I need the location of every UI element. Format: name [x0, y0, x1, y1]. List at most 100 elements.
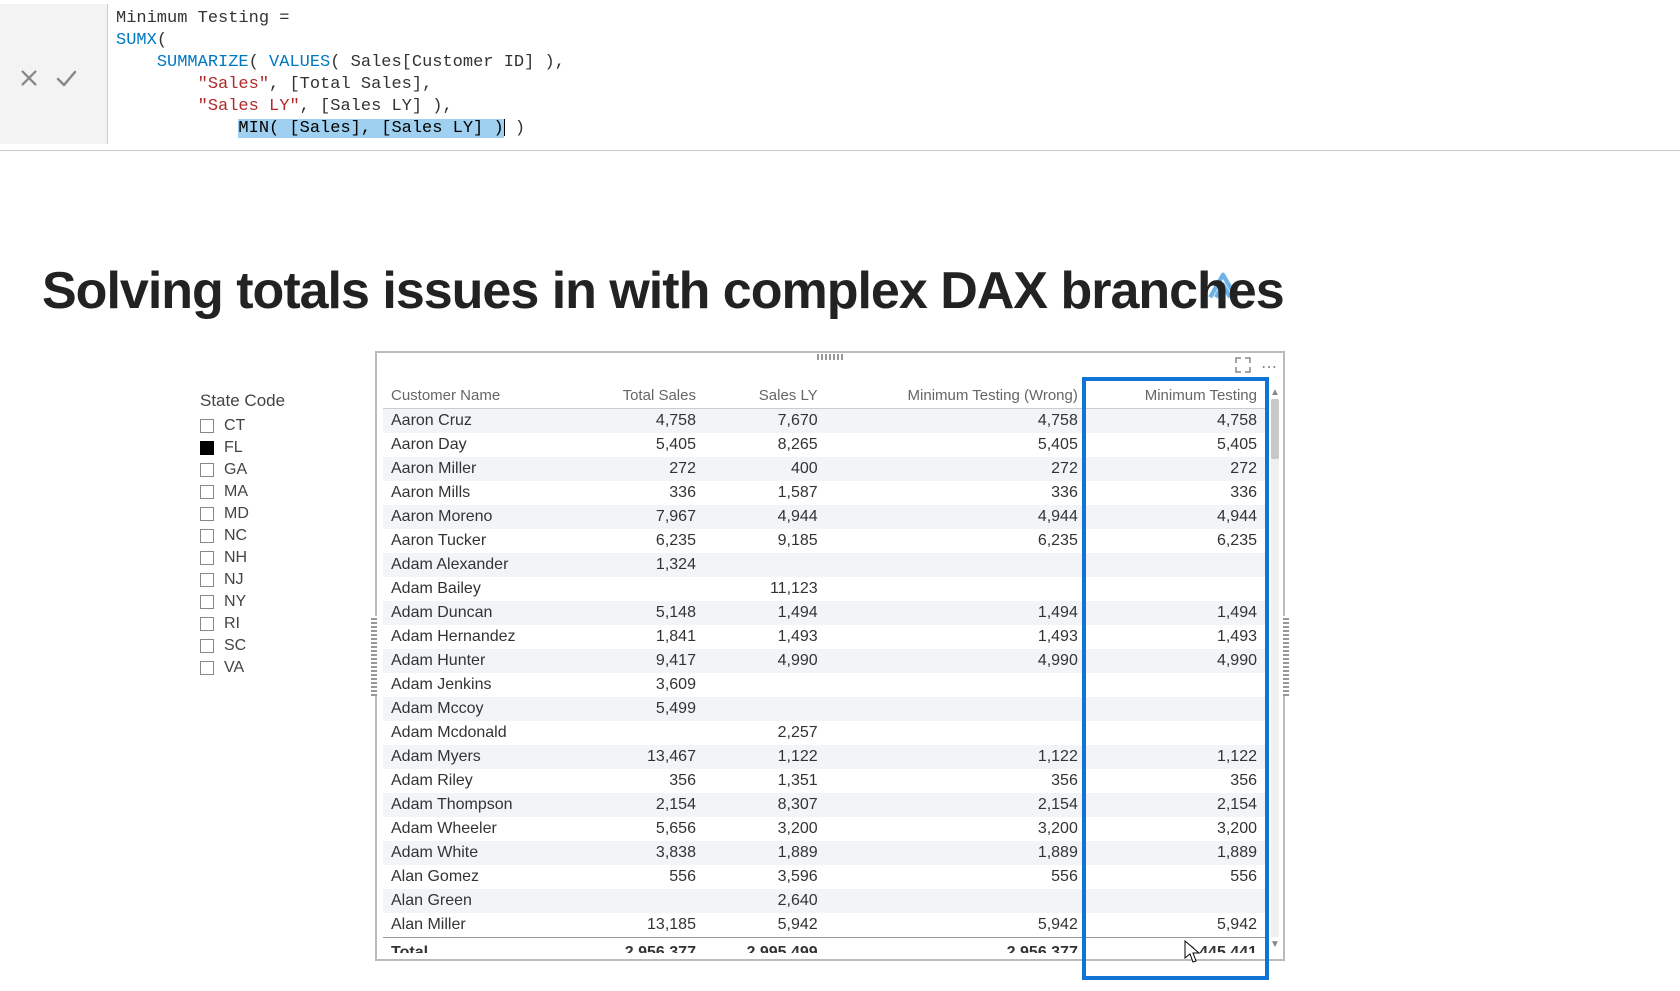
table-row[interactable]: Adam Hunter9,4174,9904,9904,990: [383, 649, 1265, 673]
table-row[interactable]: Alan Green2,640: [383, 889, 1265, 913]
table-row[interactable]: Adam Duncan5,1481,4941,4941,494: [383, 601, 1265, 625]
slicer-item[interactable]: FL: [200, 437, 340, 459]
mouse-cursor: [1184, 940, 1202, 964]
cell: Adam Hernandez: [383, 625, 579, 649]
table-row[interactable]: Alan Gomez5563,596556556: [383, 865, 1265, 889]
table-row[interactable]: Adam Wheeler5,6563,2003,2003,200: [383, 817, 1265, 841]
cell: 5,942: [1086, 913, 1265, 938]
commit-icon[interactable]: [54, 66, 78, 90]
cancel-icon[interactable]: [18, 67, 40, 89]
col-sales-ly[interactable]: Sales LY: [704, 383, 826, 409]
checkbox-icon[interactable]: [200, 529, 214, 543]
checkbox-icon[interactable]: [200, 485, 214, 499]
cell: [704, 673, 826, 697]
table-row[interactable]: Aaron Moreno7,9674,9444,9444,944: [383, 505, 1265, 529]
checkbox-icon[interactable]: [200, 595, 214, 609]
slicer-item[interactable]: CT: [200, 415, 340, 437]
table-row[interactable]: Alan Miller13,1855,9425,9425,942: [383, 913, 1265, 938]
checkbox-icon[interactable]: [200, 441, 214, 455]
cell: 8,265: [704, 433, 826, 457]
table-row[interactable]: Adam Mccoy5,499: [383, 697, 1265, 721]
table-row[interactable]: Adam Bailey11,123: [383, 577, 1265, 601]
col-customer-name[interactable]: Customer Name: [383, 383, 579, 409]
table-row[interactable]: Adam Riley3561,351356356: [383, 769, 1265, 793]
cell: Aaron Tucker: [383, 529, 579, 553]
checkbox-icon[interactable]: [200, 639, 214, 653]
cell: [826, 577, 1086, 601]
cell: [1086, 889, 1265, 913]
f-values: VALUES: [269, 53, 330, 72]
checkbox-icon[interactable]: [200, 507, 214, 521]
data-table: Customer Name Total Sales Sales LY Minim…: [383, 383, 1265, 953]
cell: 3,200: [1086, 817, 1265, 841]
cell: [1086, 577, 1265, 601]
cell: 1,122: [1086, 745, 1265, 769]
cell: [826, 553, 1086, 577]
scroll-thumb[interactable]: [1271, 399, 1279, 459]
cell: 356: [826, 769, 1086, 793]
grip-icon[interactable]: [817, 354, 843, 360]
table-row[interactable]: Aaron Mills3361,587336336: [383, 481, 1265, 505]
scroll-up-icon[interactable]: ▲: [1269, 385, 1281, 399]
table-row[interactable]: Adam Jenkins3,609: [383, 673, 1265, 697]
table-row[interactable]: Adam Myers13,4671,1221,1221,122: [383, 745, 1265, 769]
f-summarize: SUMMARIZE: [157, 53, 249, 72]
slicer-item[interactable]: VA: [200, 657, 340, 679]
cell: [1086, 697, 1265, 721]
cell: 1,494: [826, 601, 1086, 625]
slicer-item[interactable]: MD: [200, 503, 340, 525]
col-min-testing-wrong[interactable]: Minimum Testing (Wrong): [826, 383, 1086, 409]
table-row[interactable]: Aaron Day5,4058,2655,4055,405: [383, 433, 1265, 457]
slicer-item[interactable]: GA: [200, 459, 340, 481]
table-row[interactable]: Adam White3,8381,8891,8891,889: [383, 841, 1265, 865]
formula-bar: Minimum Testing = SUMX( SUMMARIZE( VALUE…: [0, 0, 1680, 151]
cell: 1,122: [704, 745, 826, 769]
more-options-icon[interactable]: ⋯: [1261, 357, 1277, 378]
table-visual[interactable]: ⋯ Customer Name Total Sales Sales LY Min…: [375, 351, 1285, 961]
slicer-item[interactable]: RI: [200, 613, 340, 635]
vertical-scrollbar[interactable]: ▲ ▼: [1269, 385, 1281, 951]
scroll-down-icon[interactable]: ▼: [1269, 937, 1281, 951]
scroll-track[interactable]: [1271, 399, 1279, 937]
table-row[interactable]: Aaron Cruz4,7587,6704,7584,758: [383, 409, 1265, 434]
cell: 6,235: [1086, 529, 1265, 553]
slicer-item[interactable]: NJ: [200, 569, 340, 591]
slicer-item-label: MD: [224, 505, 249, 523]
slicer-item[interactable]: NC: [200, 525, 340, 547]
col-total-sales[interactable]: Total Sales: [579, 383, 704, 409]
checkbox-icon[interactable]: [200, 617, 214, 631]
focus-mode-icon[interactable]: [1235, 357, 1251, 378]
table-row[interactable]: Adam Mcdonald2,257: [383, 721, 1265, 745]
resize-handle[interactable]: [371, 616, 377, 696]
cell: 6,235: [826, 529, 1086, 553]
slicer-title: State Code: [200, 391, 340, 411]
checkbox-icon[interactable]: [200, 573, 214, 587]
formula-editor[interactable]: Minimum Testing = SUMX( SUMMARIZE( VALUE…: [108, 4, 1680, 144]
slicer-item[interactable]: NY: [200, 591, 340, 613]
slicer-item[interactable]: SC: [200, 635, 340, 657]
slicer-item-label: NH: [224, 549, 247, 567]
cell: Alan Miller: [383, 913, 579, 938]
cell: 4,758: [826, 409, 1086, 434]
col-min-testing[interactable]: Minimum Testing: [1086, 383, 1265, 409]
cell: 272: [1086, 457, 1265, 481]
table-row[interactable]: Aaron Miller272400272272: [383, 457, 1265, 481]
cell: 1,493: [826, 625, 1086, 649]
table-row[interactable]: Aaron Tucker6,2359,1856,2356,235: [383, 529, 1265, 553]
checkbox-icon[interactable]: [200, 463, 214, 477]
resize-handle[interactable]: [1283, 616, 1289, 696]
table-row[interactable]: Adam Alexander1,324: [383, 553, 1265, 577]
checkbox-icon[interactable]: [200, 551, 214, 565]
table-row[interactable]: Adam Hernandez1,8411,4931,4931,493: [383, 625, 1265, 649]
slicer-item[interactable]: MA: [200, 481, 340, 503]
cell: Adam Duncan: [383, 601, 579, 625]
cell: 2,640: [704, 889, 826, 913]
cell: 8,307: [704, 793, 826, 817]
slicer-item[interactable]: NH: [200, 547, 340, 569]
cell: Aaron Cruz: [383, 409, 579, 434]
cell: 272: [579, 457, 704, 481]
checkbox-icon[interactable]: [200, 419, 214, 433]
checkbox-icon[interactable]: [200, 661, 214, 675]
cell: Alan Gomez: [383, 865, 579, 889]
table-row[interactable]: Adam Thompson2,1548,3072,1542,154: [383, 793, 1265, 817]
